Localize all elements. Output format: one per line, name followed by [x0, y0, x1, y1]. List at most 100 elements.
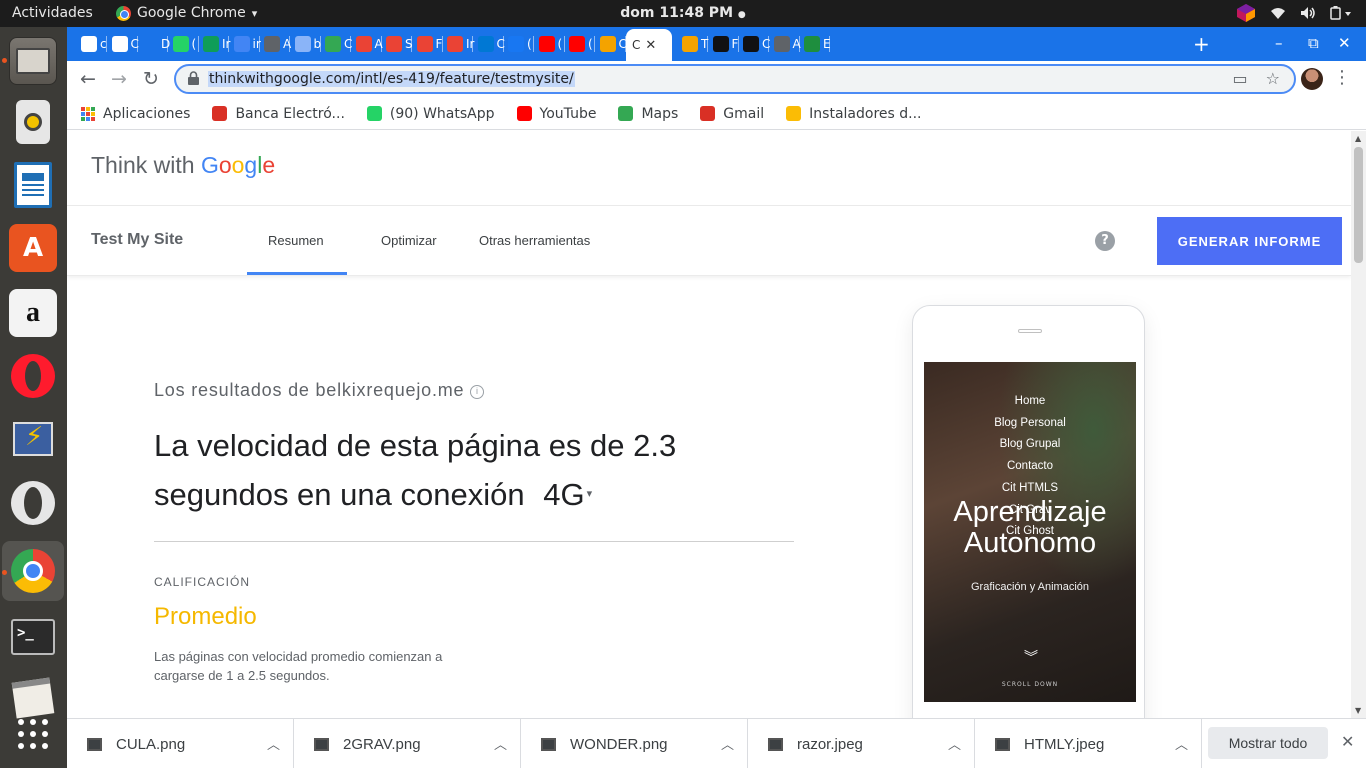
- opera-gx-icon[interactable]: [9, 479, 57, 527]
- remote-desktop-icon[interactable]: ⚡: [9, 415, 57, 463]
- tab-optimizar[interactable]: Optimizar: [381, 233, 437, 248]
- reload-button[interactable]: ↻: [143, 68, 159, 90]
- tab-favicon-icon: [538, 36, 555, 52]
- notification-dot: ●: [737, 10, 746, 20]
- url-text[interactable]: thinkwithgoogle.com/intl/es-419/feature/…: [208, 71, 575, 87]
- browser-tab[interactable]: (: [167, 33, 199, 55]
- browser-tab[interactable]: S: [380, 33, 413, 55]
- cast-icon[interactable]: ▭: [1233, 69, 1248, 88]
- chevron-up-icon[interactable]: ︿: [721, 734, 734, 753]
- browser-tab[interactable]: E: [798, 33, 831, 55]
- download-item[interactable]: CULA.png ︿: [67, 719, 294, 768]
- bookmark-item[interactable]: Gmail: [700, 106, 764, 122]
- browser-tab[interactable]: C: [106, 33, 139, 55]
- window-close-button[interactable]: ✕: [1338, 34, 1351, 52]
- opera-icon[interactable]: [9, 352, 57, 400]
- download-item[interactable]: 2GRAV.png ︿: [294, 719, 521, 768]
- browser-tab[interactable]: A: [258, 33, 291, 55]
- rhythmbox-icon[interactable]: [9, 98, 57, 146]
- amazon-icon[interactable]: a: [9, 289, 57, 337]
- tab-favicon-icon: [773, 36, 790, 52]
- browser-tab[interactable]: C: [594, 33, 627, 55]
- new-tab-button[interactable]: +: [1193, 32, 1210, 56]
- chrome-icon[interactable]: [2, 541, 64, 601]
- browser-tab[interactable]: C: [737, 33, 770, 55]
- bookmark-star-icon[interactable]: ☆: [1266, 69, 1280, 88]
- bookmark-item[interactable]: (90) WhatsApp: [366, 106, 495, 122]
- browser-tab[interactable]: C: [472, 33, 505, 55]
- scrollbar-thumb[interactable]: [1354, 147, 1363, 263]
- generate-report-button[interactable]: GENERAR INFORME: [1157, 217, 1342, 265]
- bookmark-item[interactable]: Instaladores d...: [786, 106, 921, 122]
- image-file-icon: [541, 738, 556, 751]
- volume-icon[interactable]: [1300, 6, 1316, 20]
- browser-tab[interactable]: ir: [228, 33, 261, 55]
- browser-tab[interactable]: A: [768, 33, 801, 55]
- think-with-google-logo[interactable]: Think with Google: [91, 152, 275, 179]
- chevron-up-icon[interactable]: ︿: [1175, 734, 1188, 753]
- chevron-up-icon[interactable]: ︿: [494, 734, 507, 753]
- close-icon[interactable]: ✕: [645, 38, 656, 53]
- download-item[interactable]: WONDER.png ︿: [521, 719, 748, 768]
- minimize-button[interactable]: –: [1275, 34, 1283, 52]
- tab-resumen[interactable]: Resumen: [268, 233, 324, 248]
- chevron-up-icon[interactable]: ︿: [267, 734, 280, 753]
- help-icon[interactable]: ?: [1095, 231, 1115, 251]
- browser-tab[interactable]: T: [676, 33, 708, 55]
- browser-tab[interactable]: A: [350, 33, 383, 55]
- browser-tab[interactable]: Ir: [441, 33, 474, 55]
- browser-tab[interactable]: b: [289, 33, 321, 55]
- address-bar[interactable]: thinkwithgoogle.com/intl/es-419/feature/…: [174, 64, 1296, 94]
- back-button[interactable]: ←: [80, 68, 96, 90]
- browser-tab[interactable]: C: [319, 33, 352, 55]
- chrome-menu-icon[interactable]: ⋮: [1333, 67, 1351, 88]
- wifi-icon[interactable]: [1270, 6, 1286, 20]
- bookmark-item[interactable]: YouTube: [516, 106, 596, 122]
- page-scrollbar[interactable]: ▲ ▼: [1351, 131, 1366, 718]
- browser-tab[interactable]: D: [136, 33, 170, 55]
- lock-icon[interactable]: [188, 71, 199, 85]
- bookmark-label: Maps: [641, 105, 679, 122]
- product-name[interactable]: Test My Site: [91, 231, 183, 249]
- system-tray[interactable]: [1236, 3, 1352, 23]
- bookmark-item[interactable]: Aplicaciones: [81, 106, 190, 122]
- app-indicator-icon[interactable]: [1236, 3, 1256, 23]
- browser-tab[interactable]: F: [707, 33, 739, 55]
- logo-prefix: Think with: [91, 152, 201, 178]
- tab-favicon-icon: [355, 36, 372, 52]
- software-center-icon[interactable]: A: [9, 224, 57, 272]
- info-icon[interactable]: i: [470, 385, 485, 399]
- tab-favicon-icon: [81, 36, 97, 52]
- profile-avatar[interactable]: [1301, 68, 1323, 90]
- browser-tab[interactable]: c: [75, 33, 107, 55]
- scroll-up-icon[interactable]: ▲: [1355, 134, 1361, 143]
- terminal-icon[interactable]: >_: [9, 613, 57, 661]
- close-icon[interactable]: ✕: [1341, 732, 1354, 751]
- browser-tab-active[interactable]: C ✕: [626, 29, 672, 61]
- bookmark-label: Instaladores d...: [809, 105, 922, 122]
- files-icon[interactable]: [9, 37, 57, 85]
- scroll-down-icon[interactable]: ▼: [1355, 706, 1361, 715]
- browser-tab[interactable]: Ir: [197, 33, 230, 55]
- download-item[interactable]: razor.jpeg ︿: [748, 719, 975, 768]
- tab-otras-herramientas[interactable]: Otras herramientas: [479, 233, 590, 248]
- download-item[interactable]: HTMLY.jpeg ︿: [975, 719, 1202, 768]
- browser-tab[interactable]: F: [411, 33, 443, 55]
- bookmark-item[interactable]: Banca Electró...: [212, 106, 345, 122]
- chevron-up-icon[interactable]: ︿: [948, 734, 961, 753]
- browser-tab[interactable]: (: [533, 33, 565, 55]
- tab-favicon-icon: [416, 36, 433, 52]
- connection-selector[interactable]: 4G ▾: [543, 470, 592, 519]
- libreoffice-writer-icon[interactable]: [9, 161, 57, 209]
- forward-button[interactable]: →: [111, 68, 127, 90]
- show-apps-icon[interactable]: [9, 710, 57, 758]
- logo-letter: o: [231, 152, 245, 178]
- browser-tab[interactable]: (: [502, 33, 534, 55]
- clock[interactable]: dom 11:48 PM ●: [0, 5, 1366, 21]
- browser-tab[interactable]: (: [563, 33, 595, 55]
- show-all-downloads-button[interactable]: Mostrar todo: [1208, 727, 1328, 759]
- power-icon[interactable]: [1330, 6, 1352, 20]
- maximize-button[interactable]: ⧉: [1308, 34, 1319, 52]
- bookmark-item[interactable]: Maps: [618, 106, 678, 122]
- results-for-text: Los resultados de belkixrequejo.me: [154, 380, 465, 400]
